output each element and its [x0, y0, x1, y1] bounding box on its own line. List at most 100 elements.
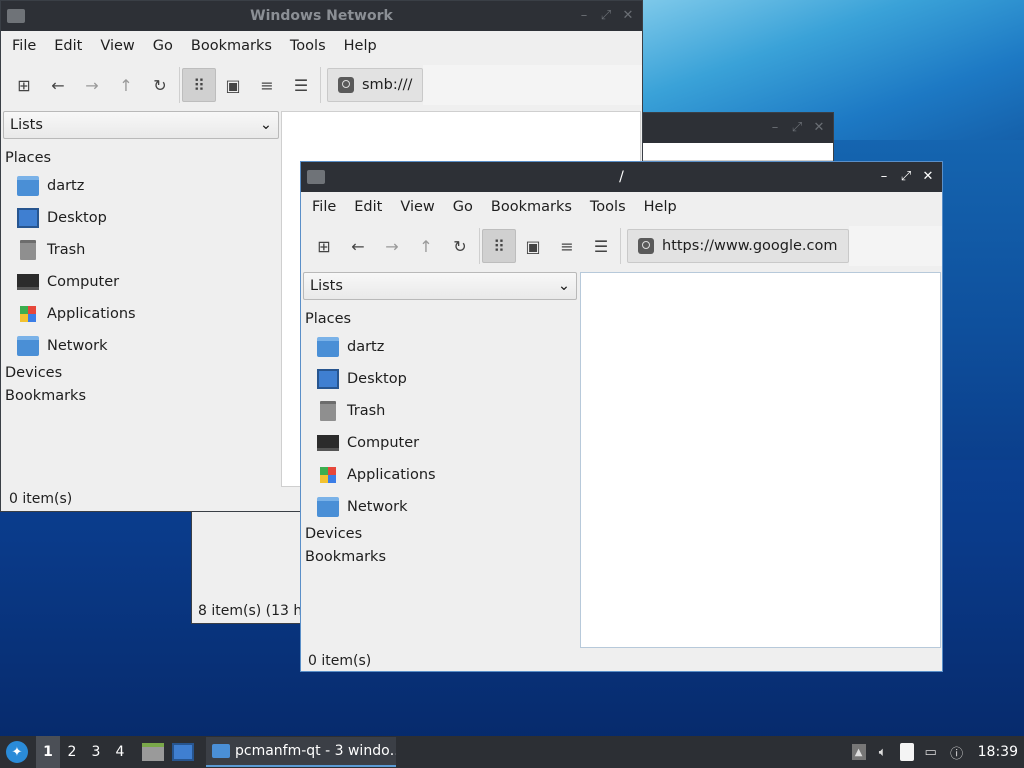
compact-view-icon[interactable]: ≡ [550, 229, 584, 263]
close-icon[interactable]: ✕ [620, 8, 636, 24]
menu-tools[interactable]: Tools [281, 38, 335, 54]
place-label: Computer [347, 435, 420, 451]
computer-icon [317, 435, 339, 451]
devices-header[interactable]: Devices [3, 362, 279, 385]
menu-view[interactable]: View [91, 38, 143, 54]
new-tab-icon[interactable]: ⊞ [307, 229, 341, 263]
side-pane-mode-select[interactable]: Lists ⌄ [303, 272, 577, 300]
address-bar[interactable]: https://www.google.com [627, 229, 849, 263]
reload-icon[interactable]: ↻ [143, 68, 177, 102]
back-icon[interactable]: ← [341, 229, 375, 263]
new-tab-icon[interactable]: ⊞ [7, 68, 41, 102]
chevron-down-icon: ⌄ [557, 278, 570, 294]
workspace-1[interactable]: 1 [36, 736, 60, 768]
menu-help[interactable]: Help [635, 199, 686, 215]
search-icon [338, 77, 354, 93]
compact-view-icon[interactable]: ≡ [250, 68, 284, 102]
address-bar-fill[interactable] [423, 65, 642, 105]
devices-header[interactable]: Devices [303, 523, 577, 546]
root-folder-window[interactable]: / – ⤢ ✕ File Edit View Go Bookmarks Tool… [300, 161, 943, 672]
window-title: Windows Network [250, 8, 393, 24]
menu-help[interactable]: Help [335, 38, 386, 54]
workspace-2[interactable]: 2 [60, 736, 84, 768]
window-titlebar[interactable]: Windows Network – ⤢ ✕ [1, 1, 642, 31]
update-notifier-icon[interactable]: ⓘ [948, 743, 966, 762]
minimize-icon[interactable]: – [767, 120, 783, 136]
place-network[interactable]: Network [303, 491, 577, 523]
thumbnail-view-icon[interactable]: ▣ [216, 68, 250, 102]
address-bar-fill[interactable] [848, 226, 942, 266]
tray-arrow-icon[interactable]: ▲ [851, 744, 866, 760]
menu-bookmarks[interactable]: Bookmarks [482, 199, 581, 215]
place-dartz[interactable]: dartz [303, 331, 577, 363]
clipboard-icon[interactable] [899, 743, 914, 761]
trash-icon [320, 401, 336, 421]
place-desktop[interactable]: Desktop [303, 363, 577, 395]
bookmarks-header[interactable]: Bookmarks [303, 546, 577, 569]
show-desktop-icon[interactable] [172, 743, 194, 761]
icon-view-icon[interactable]: ⠿ [182, 68, 216, 102]
back-window-status: 8 item(s) (13 hi [198, 603, 307, 619]
display-icon[interactable]: ▭ [922, 743, 940, 761]
close-icon[interactable]: ✕ [811, 120, 827, 136]
thumbnail-view-icon[interactable]: ▣ [516, 229, 550, 263]
menu-tools[interactable]: Tools [581, 199, 635, 215]
menu-file[interactable]: File [3, 38, 45, 54]
menu-go[interactable]: Go [444, 199, 482, 215]
file-view[interactable] [580, 272, 941, 648]
workspace-3[interactable]: 3 [84, 736, 108, 768]
side-pane-mode-select[interactable]: Lists ⌄ [3, 111, 279, 139]
up-icon[interactable]: ↑ [409, 229, 443, 263]
workspace-4[interactable]: 4 [108, 736, 132, 768]
reload-icon[interactable]: ↻ [443, 229, 477, 263]
forward-icon[interactable]: → [75, 68, 109, 102]
detailed-list-view-icon[interactable]: ☰ [584, 229, 618, 263]
file-manager-launcher-icon[interactable] [142, 743, 164, 761]
up-icon[interactable]: ↑ [109, 68, 143, 102]
place-computer[interactable]: Computer [3, 266, 279, 298]
maximize-icon[interactable]: ⤢ [598, 8, 614, 24]
clock[interactable]: 18:39 [978, 744, 1018, 760]
places-header[interactable]: Places [303, 308, 577, 331]
maximize-icon[interactable]: ⤢ [789, 120, 805, 136]
place-trash[interactable]: Trash [303, 395, 577, 427]
minimize-icon[interactable]: – [876, 169, 892, 185]
place-desktop[interactable]: Desktop [3, 202, 279, 234]
bookmarks-header[interactable]: Bookmarks [3, 385, 279, 408]
address-bar[interactable]: smb:/// [327, 68, 424, 102]
menu-view[interactable]: View [391, 199, 443, 215]
toolbar: ⊞ ← → ↑ ↻ ⠿ ▣ ≡ ☰ smb:/// [1, 61, 642, 109]
main-menu-icon[interactable]: ✦ [6, 741, 28, 763]
window-title: / [619, 169, 624, 185]
menu-edit[interactable]: Edit [345, 199, 391, 215]
menu-bookmarks[interactable]: Bookmarks [182, 38, 281, 54]
folder-icon [212, 744, 230, 758]
place-trash[interactable]: Trash [3, 234, 279, 266]
status-bar: 0 item(s) [308, 653, 372, 669]
place-applications[interactable]: Applications [3, 298, 279, 330]
window-titlebar[interactable]: / – ⤢ ✕ [301, 162, 942, 192]
close-icon[interactable]: ✕ [920, 169, 936, 185]
applications-icon [320, 467, 336, 483]
taskbar-task-pcmanfm[interactable]: pcmanfm-qt - 3 windo… [206, 737, 396, 767]
place-computer[interactable]: Computer [303, 427, 577, 459]
menu-edit[interactable]: Edit [45, 38, 91, 54]
menu-file[interactable]: File [303, 199, 345, 215]
minimize-icon[interactable]: – [576, 8, 592, 24]
place-dartz[interactable]: dartz [3, 170, 279, 202]
place-applications[interactable]: Applications [303, 459, 577, 491]
volume-icon[interactable]: 🔈︎ [874, 743, 892, 761]
place-label: Trash [347, 403, 386, 419]
detailed-list-view-icon[interactable]: ☰ [284, 68, 318, 102]
task-label: pcmanfm-qt - 3 windo… [235, 743, 396, 759]
place-network[interactable]: Network [3, 330, 279, 362]
icon-view-icon[interactable]: ⠿ [482, 229, 516, 263]
menu-go[interactable]: Go [144, 38, 182, 54]
places-header[interactable]: Places [3, 147, 279, 170]
toolbar-separator [320, 67, 321, 103]
back-icon[interactable]: ← [41, 68, 75, 102]
forward-icon[interactable]: → [375, 229, 409, 263]
maximize-icon[interactable]: ⤢ [898, 169, 914, 185]
network-icon [317, 497, 339, 517]
place-label: Trash [47, 242, 86, 258]
